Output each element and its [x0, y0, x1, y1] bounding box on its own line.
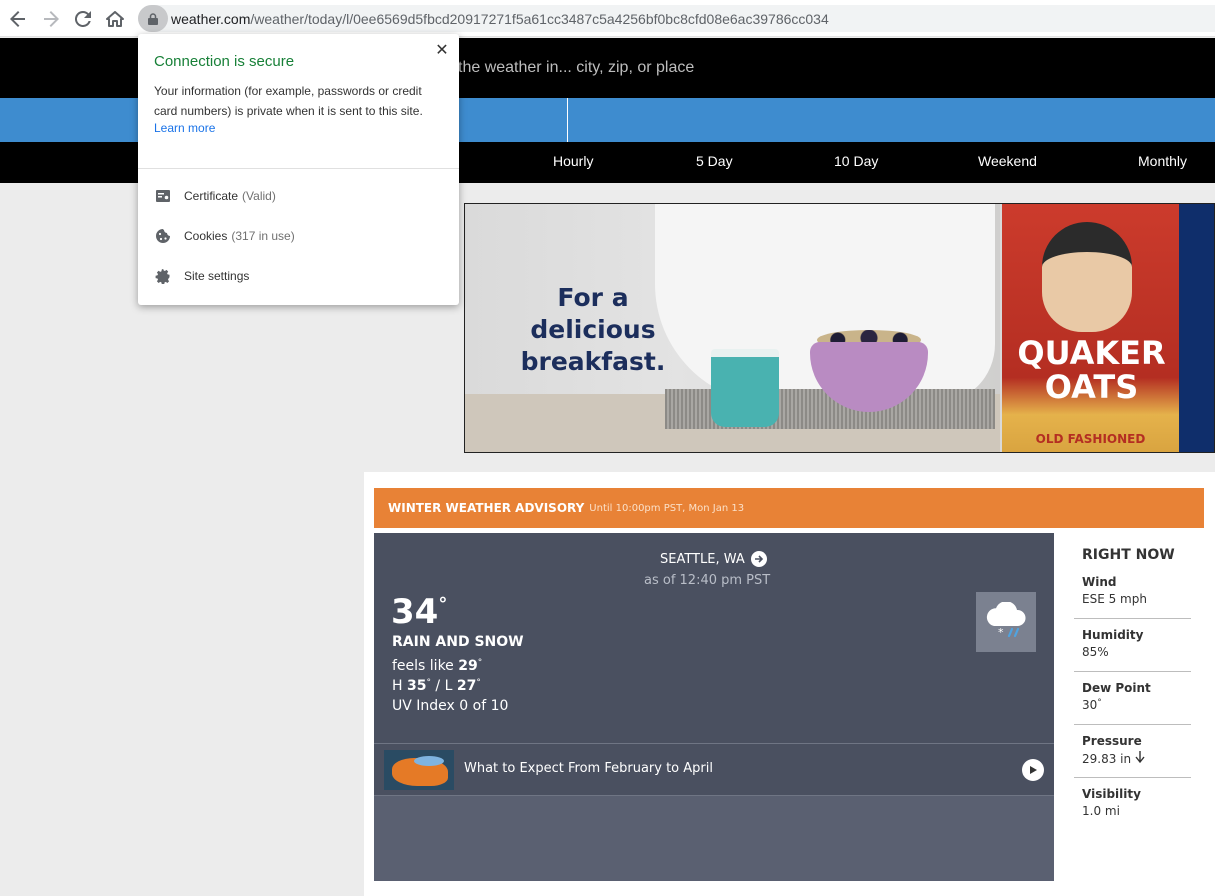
forward-icon[interactable] — [38, 6, 64, 32]
video-row[interactable]: What to Expect From February to April — [374, 743, 1054, 796]
oats-box-image: QUAKER OATS OLD FASHIONED — [1002, 204, 1179, 452]
nav-5-day[interactable]: 5 Day — [696, 153, 733, 169]
location-link[interactable]: SEATTLE, WA — [660, 551, 767, 567]
ad-brand: QUAKER OATS — [1017, 334, 1166, 406]
play-icon[interactable] — [1022, 759, 1044, 781]
lock-icon[interactable] — [138, 5, 168, 32]
advisory-detail: Until 10:00pm PST, Mon Jan 13 — [589, 502, 745, 514]
cookies-row[interactable]: Cookies (317 in use) — [138, 218, 459, 254]
current-temperature: 34° — [391, 592, 448, 632]
nav-weekend[interactable]: Weekend — [978, 153, 1037, 169]
search-input[interactable]: the weather in... city, zip, or place — [458, 59, 694, 77]
popup-divider — [138, 168, 459, 169]
mug-image — [711, 349, 779, 427]
close-icon[interactable]: ✕ — [433, 40, 451, 59]
site-settings-row[interactable]: Site settings — [138, 258, 459, 294]
ad-subtitle: OLD FASHIONED — [1035, 432, 1146, 446]
location-name: SEATTLE, WA — [660, 551, 745, 567]
high-low: H 35° / L 27° — [392, 678, 481, 694]
reload-icon[interactable] — [70, 6, 96, 32]
video-thumbnail — [384, 750, 454, 790]
rain-snow-icon: * — [976, 592, 1036, 652]
wind-item: Wind ESE 5 mph — [1074, 575, 1191, 619]
ad-banner[interactable]: For a delicious breakfast. QUAKER OATS O… — [464, 203, 1215, 453]
arrow-down-icon — [1135, 751, 1145, 766]
popup-title: Connection is secure — [154, 53, 295, 70]
certificate-row[interactable]: Certificate (Valid) — [138, 178, 459, 214]
nav-hourly[interactable]: Hourly — [553, 153, 593, 169]
url-text: weather.com/weather/today/l/0ee6569d5fbc… — [171, 11, 829, 27]
humidity-item: Humidity 85% — [1074, 628, 1191, 672]
as-of-time: as of 12:40 pm PST — [644, 573, 771, 588]
certificate-label: Certificate — [184, 189, 239, 203]
nav-10-day[interactable]: 10 Day — [834, 153, 878, 169]
dew-point-item: Dew Point 30° — [1074, 681, 1191, 725]
pressure-item: Pressure 29.83 in — [1074, 734, 1191, 778]
video-title: What to Expect From February to April — [464, 761, 713, 776]
visibility-item: Visibility 1.0 mi — [1082, 787, 1141, 818]
learn-more-link[interactable]: Learn more — [154, 121, 215, 135]
right-now-title: RIGHT NOW — [1082, 547, 1175, 563]
cookie-icon — [154, 227, 172, 245]
weather-advisory-banner[interactable]: WINTER WEATHER ADVISORY Until 10:00pm PS… — [374, 488, 1204, 528]
back-icon[interactable] — [5, 6, 31, 32]
url-path: /weather/today/l/0ee6569d5fbcd20917271f5… — [250, 10, 829, 27]
certificate-status: (Valid) — [242, 189, 276, 203]
ad-photo: For a delicious breakfast. — [465, 204, 1000, 452]
weather-phrase: RAIN AND SNOW — [392, 634, 524, 650]
nav-monthly[interactable]: Monthly — [1138, 153, 1187, 169]
address-bar[interactable]: weather.com/weather/today/l/0ee6569d5fbc… — [138, 5, 1215, 32]
certificate-icon — [154, 187, 172, 205]
location-bar-divider — [567, 98, 568, 142]
feels-like: feels like 29° — [392, 658, 483, 674]
advisory-title: WINTER WEATHER ADVISORY — [388, 501, 585, 515]
home-icon[interactable] — [102, 6, 128, 32]
site-settings-label: Site settings — [184, 269, 250, 283]
popup-body: Your information (for example, passwords… — [154, 84, 423, 118]
uv-index: UV Index 0 of 10 — [392, 698, 509, 714]
cookies-count: (317 in use) — [231, 229, 295, 243]
connection-info-popup: ✕ Connection is secure Your information … — [138, 34, 459, 305]
gear-icon — [154, 267, 172, 285]
url-host: weather.com — [171, 10, 251, 27]
svg-text:*: * — [998, 626, 1004, 639]
cookies-label: Cookies — [184, 229, 228, 243]
browser-toolbar: weather.com/weather/today/l/0ee6569d5fbc… — [0, 0, 1215, 37]
arrow-right-icon — [750, 551, 767, 567]
ad-headline: For a delicious breakfast. — [520, 283, 666, 376]
